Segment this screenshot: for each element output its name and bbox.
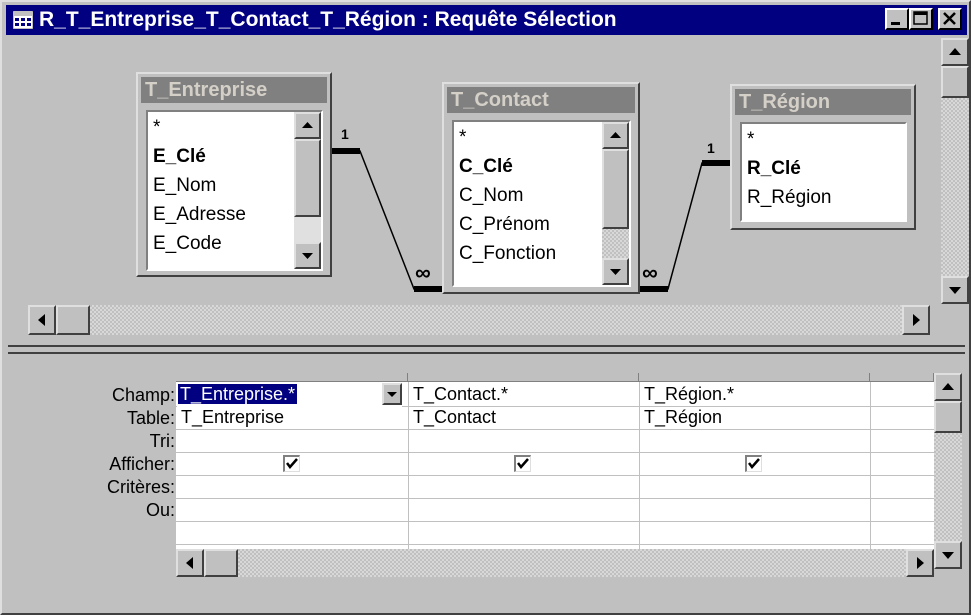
row-divider — [176, 475, 934, 476]
scroll-up-button[interactable] — [602, 122, 629, 149]
scroll-left-button[interactable] — [28, 305, 56, 335]
field-item[interactable]: E_Code — [153, 230, 222, 258]
column-selector[interactable] — [408, 373, 639, 382]
show-checkbox[interactable] — [514, 455, 531, 472]
field-list-t-contact[interactable]: T_Contact * C_Clé C_Nom C_Prénom C_Fonct… — [442, 82, 640, 294]
scroll-thumb[interactable] — [294, 139, 321, 217]
row-label-afficher: Afficher: — [109, 454, 175, 474]
field-list-t-region[interactable]: T_Région * R_Clé R_Région — [730, 84, 916, 230]
checkmark-icon — [517, 458, 529, 469]
table-cell[interactable]: T_Entreprise — [176, 406, 408, 429]
scroll-down-button[interactable] — [602, 258, 629, 285]
row-label-tri: Tri: — [149, 431, 175, 451]
table-cell[interactable]: T_Contact — [408, 406, 639, 429]
close-button[interactable] — [938, 8, 962, 30]
table-caption[interactable]: T_Contact — [447, 87, 635, 113]
row-divider — [176, 521, 934, 522]
scroll-up-button[interactable] — [941, 38, 969, 66]
table-caption[interactable]: T_Entreprise — [141, 77, 327, 103]
field-item[interactable]: * — [459, 124, 466, 152]
scroll-up-button[interactable] — [934, 373, 962, 401]
scroll-thumb[interactable] — [56, 305, 90, 335]
field-item[interactable]: E_Adresse — [153, 201, 246, 229]
checkmark-icon — [286, 458, 298, 469]
field-list-scrollbar[interactable] — [602, 122, 629, 285]
row-label-table: Table: — [126, 408, 175, 428]
field-list-scrollbar[interactable] — [294, 112, 321, 269]
diagram-horizontal-scrollbar[interactable] — [28, 305, 930, 335]
title-bar[interactable]: R_T_Entreprise_T_Contact_T_Région : Requ… — [6, 5, 967, 35]
chevron-down-icon — [387, 392, 397, 397]
field-list[interactable]: * C_Clé C_Nom C_Prénom C_Fonction — [452, 120, 631, 287]
relation-one-label: 1 — [341, 126, 349, 142]
row-divider — [176, 544, 934, 545]
scroll-right-button[interactable] — [906, 549, 934, 577]
grid-horizontal-scrollbar[interactable] — [176, 549, 934, 577]
field-dropdown-button[interactable] — [382, 383, 402, 405]
field-item[interactable]: * — [747, 126, 754, 154]
show-checkbox[interactable] — [283, 455, 300, 472]
relation-many-label: ∞ — [415, 260, 431, 285]
scroll-thumb[interactable] — [941, 66, 969, 98]
pane-splitter[interactable] — [8, 345, 965, 354]
relation-many-label: ∞ — [642, 260, 658, 285]
query-design-window: R_T_Entreprise_T_Contact_T_Région : Requ… — [0, 0, 971, 615]
scroll-down-button[interactable] — [941, 276, 969, 304]
field-list[interactable]: * R_Clé R_Région — [740, 122, 907, 222]
column-selector[interactable] — [639, 373, 870, 382]
table-cell[interactable]: T_Région — [639, 406, 870, 429]
minimize-button[interactable] — [885, 8, 909, 30]
row-divider — [176, 429, 934, 430]
scroll-thumb[interactable] — [204, 549, 238, 577]
scroll-up-button[interactable] — [294, 112, 321, 139]
query-grid-pane: Champ: Table: Tri: Afficher: Critères: O… — [8, 357, 965, 607]
maximize-button[interactable] — [909, 8, 933, 30]
field-cell[interactable]: T_Contact.* — [408, 383, 639, 406]
field-item-key[interactable]: C_Clé — [459, 153, 513, 181]
row-divider — [176, 498, 934, 499]
field-item[interactable]: E_Nom — [153, 172, 216, 200]
scroll-down-button[interactable] — [934, 541, 962, 569]
field-item[interactable]: C_Fonction — [459, 240, 556, 268]
query-design-grid: T_Entreprise.* T_Entreprise T_Contact.* … — [176, 373, 934, 569]
field-item-key[interactable]: E_Clé — [153, 143, 206, 171]
row-label-champ: Champ: — [111, 385, 175, 405]
column-selector[interactable] — [870, 373, 934, 382]
checkmark-icon — [748, 458, 760, 469]
relation-one-label: 1 — [707, 140, 715, 156]
field-item[interactable]: C_Prénom — [459, 211, 550, 239]
column-divider — [870, 382, 871, 569]
scroll-thumb[interactable] — [934, 401, 962, 433]
diagram-vertical-scrollbar[interactable] — [941, 38, 969, 304]
field-item[interactable]: * — [153, 114, 160, 142]
field-item-key[interactable]: R_Clé — [747, 155, 801, 183]
row-divider — [176, 452, 934, 453]
scroll-left-button[interactable] — [176, 549, 204, 577]
row-label-ou: Ou: — [145, 500, 175, 520]
table-diagram-pane: 1 ∞ 1 ∞ T_Entreprise * E_Clé E_Nom E_Adr… — [8, 38, 941, 340]
table-caption[interactable]: T_Région — [735, 89, 911, 115]
field-item[interactable]: C_Nom — [459, 182, 523, 210]
row-label-criteres: Critères: — [106, 477, 175, 497]
scroll-right-button[interactable] — [902, 305, 930, 335]
field-combo-value[interactable]: T_Entreprise.* — [178, 384, 298, 404]
show-checkbox[interactable] — [745, 455, 762, 472]
grid-vertical-scrollbar[interactable] — [934, 373, 962, 569]
field-cell[interactable]: T_Région.* — [639, 383, 870, 406]
column-selector[interactable] — [176, 373, 408, 382]
field-item[interactable]: R_Région — [747, 184, 832, 212]
field-list[interactable]: * E_Clé E_Nom E_Adresse E_Code — [146, 110, 323, 271]
field-list-t-entreprise[interactable]: T_Entreprise * E_Clé E_Nom E_Adresse E_C… — [136, 72, 332, 277]
scroll-down-button[interactable] — [294, 242, 321, 269]
scroll-thumb[interactable] — [602, 149, 629, 229]
window-title: R_T_Entreprise_T_Contact_T_Région : Requ… — [39, 8, 617, 31]
query-window-icon[interactable] — [12, 10, 34, 30]
field-combo-col-1[interactable]: T_Entreprise.* — [177, 383, 402, 407]
